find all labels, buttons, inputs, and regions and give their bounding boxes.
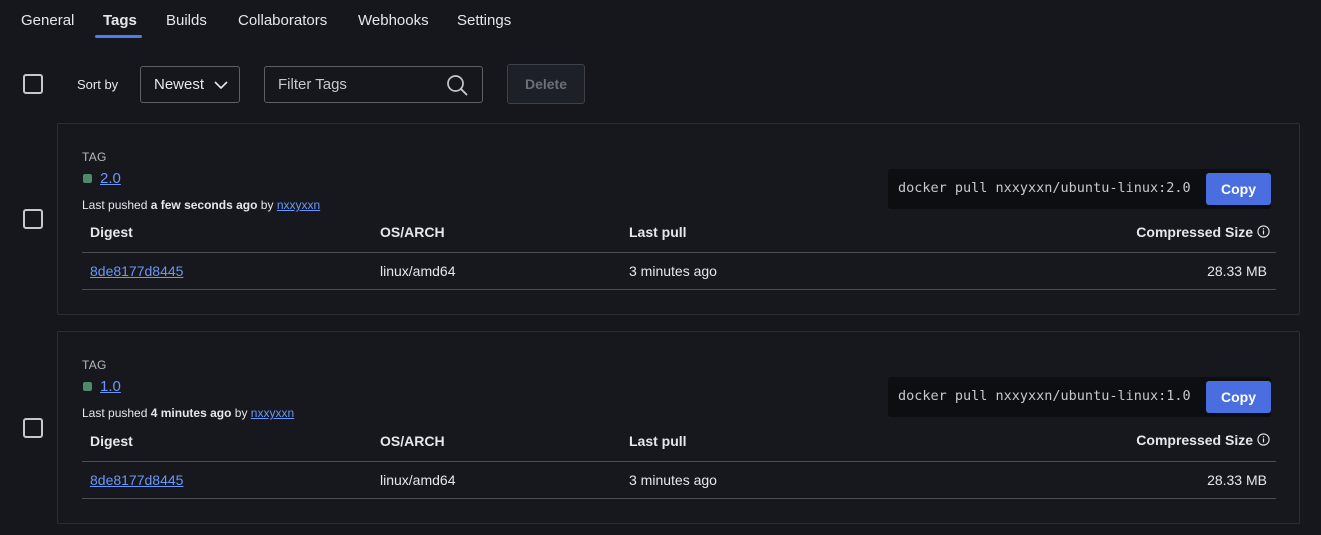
os-arch-value: linux/amd64 xyxy=(380,472,456,488)
info-icon[interactable] xyxy=(1257,225,1270,238)
pull-command-box: docker pull nxxyxxn/ubuntu-linux:1.0 Cop… xyxy=(888,377,1271,417)
search-icon[interactable] xyxy=(446,74,468,96)
active-tab-indicator xyxy=(95,35,142,38)
compressed-size-header: Compressed Size xyxy=(1018,224,1270,240)
pushed-time: a few seconds ago xyxy=(150,198,258,212)
pushed-user-link[interactable]: nxxyxxn xyxy=(277,198,320,212)
sort-select-value: Newest xyxy=(154,76,205,93)
tag-row-checkbox[interactable] xyxy=(23,209,43,229)
os-arch-header: OS/ARCH xyxy=(380,433,445,449)
last-pushed-info: Last pushed a few seconds ago by nxxyxxn xyxy=(82,198,320,212)
pushed-by: by xyxy=(260,198,274,212)
compressed-size-value: 28.33 MB xyxy=(1207,472,1267,488)
tag-name-link[interactable]: 2.0 xyxy=(100,170,121,187)
tag-section-label: TAG xyxy=(82,150,107,164)
info-icon[interactable] xyxy=(1257,433,1270,446)
sort-select[interactable]: Newest xyxy=(140,66,240,103)
copy-button[interactable]: Copy xyxy=(1206,381,1271,413)
table-divider xyxy=(82,498,1276,499)
tag-card: TAG 2.0 Last pushed a few seconds ago by… xyxy=(57,123,1300,315)
last-pull-value: 3 minutes ago xyxy=(629,472,717,488)
filter-tags-field[interactable] xyxy=(264,66,483,103)
pushed-prefix: Last pushed xyxy=(82,406,148,420)
tab-settings[interactable]: Settings xyxy=(457,12,511,29)
delete-button[interactable]: Delete xyxy=(507,64,585,104)
last-pull-value: 3 minutes ago xyxy=(629,263,717,279)
compressed-size-label: Compressed Size xyxy=(1136,224,1253,240)
chevron-down-icon xyxy=(214,81,228,90)
digest-header: Digest xyxy=(90,433,133,449)
tag-status-indicator xyxy=(83,174,92,183)
tab-general[interactable]: General xyxy=(21,12,74,29)
last-pull-header: Last pull xyxy=(629,433,687,449)
tab-collaborators[interactable]: Collaborators xyxy=(238,12,327,29)
tag-name-link[interactable]: 1.0 xyxy=(100,378,121,395)
tag-card: TAG 1.0 Last pushed 4 minutes ago by nxx… xyxy=(57,331,1300,524)
pushed-time: 4 minutes ago xyxy=(150,406,232,420)
compressed-size-value: 28.33 MB xyxy=(1207,263,1267,279)
os-arch-header: OS/ARCH xyxy=(380,224,445,240)
pushed-prefix: Last pushed xyxy=(82,198,148,212)
tab-webhooks[interactable]: Webhooks xyxy=(358,12,429,29)
digest-link[interactable]: 8de8177d8445 xyxy=(90,263,183,279)
compressed-size-header: Compressed Size xyxy=(1018,432,1270,448)
compressed-size-label: Compressed Size xyxy=(1136,432,1253,448)
last-pull-header: Last pull xyxy=(629,224,687,240)
digest-header: Digest xyxy=(90,224,133,240)
pull-command[interactable]: docker pull nxxyxxn/ubuntu-linux:2.0 xyxy=(898,180,1191,196)
filter-tags-input[interactable] xyxy=(265,67,445,102)
table-divider xyxy=(82,252,1276,253)
tag-status-indicator xyxy=(83,382,92,391)
repository-tabs: General Tags Builds Collaborators Webhoo… xyxy=(0,0,1321,40)
tab-tags[interactable]: Tags xyxy=(103,12,137,29)
pull-command[interactable]: docker pull nxxyxxn/ubuntu-linux:1.0 xyxy=(898,388,1191,404)
sort-label: Sort by xyxy=(77,77,119,92)
os-arch-value: linux/amd64 xyxy=(380,263,456,279)
table-divider xyxy=(82,461,1276,462)
tag-section-label: TAG xyxy=(82,358,107,372)
pull-command-box: docker pull nxxyxxn/ubuntu-linux:2.0 Cop… xyxy=(888,169,1271,209)
tag-row-checkbox[interactable] xyxy=(23,418,43,438)
tab-builds[interactable]: Builds xyxy=(166,12,207,29)
select-all-checkbox[interactable] xyxy=(23,74,43,94)
last-pushed-info: Last pushed 4 minutes ago by nxxyxxn xyxy=(82,406,294,420)
copy-button[interactable]: Copy xyxy=(1206,173,1271,205)
table-divider xyxy=(82,289,1276,290)
pushed-by: by xyxy=(234,406,248,420)
digest-link[interactable]: 8de8177d8445 xyxy=(90,472,183,488)
pushed-user-link[interactable]: nxxyxxn xyxy=(251,406,294,420)
